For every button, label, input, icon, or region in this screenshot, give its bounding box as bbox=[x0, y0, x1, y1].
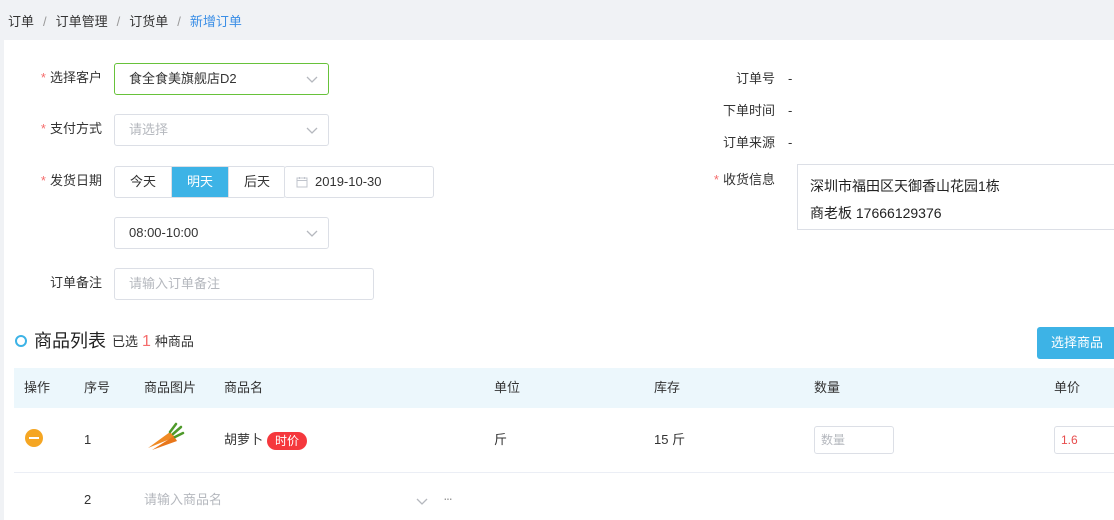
breadcrumb-current: 新增订单 bbox=[189, 14, 242, 29]
customer-value: 食全食美旗舰店D2 bbox=[129, 71, 237, 86]
market-price-tag: 时价 bbox=[267, 431, 308, 450]
breadcrumb-item-orders[interactable]: 订单 bbox=[8, 14, 34, 29]
row-index: 1 bbox=[84, 432, 92, 447]
ship-day-segment: 今天 明天 后天 bbox=[114, 166, 286, 198]
column-header-name: 商品名 bbox=[224, 380, 264, 395]
breadcrumb: 订单 / 订单管理 / 订货单 / 新增订单 bbox=[8, 13, 242, 31]
row-divider bbox=[14, 472, 1114, 473]
payment-placeholder: 请选择 bbox=[129, 122, 169, 137]
customer-select[interactable]: 食全食美旗舰店D2 bbox=[114, 63, 329, 95]
breadcrumb-separator: / bbox=[177, 14, 181, 29]
payment-select[interactable]: 请选择 bbox=[114, 114, 329, 146]
row-stock: 15 斤 bbox=[654, 432, 686, 447]
receiver-address: 深圳市福田区天御香山花园1栋 bbox=[810, 178, 1000, 194]
goods-selected-summary: 已选 1 种商品 bbox=[112, 333, 194, 350]
breadcrumb-separator: / bbox=[116, 14, 121, 29]
order-no-label: 订单号 bbox=[735, 71, 775, 86]
remark-placeholder: 请输入订单备注 bbox=[129, 276, 221, 291]
row-product-name: 胡萝卜 时价 bbox=[224, 430, 308, 450]
new-row-index: 2 bbox=[84, 492, 92, 507]
breadcrumb-item-order-management[interactable]: 订单管理 bbox=[56, 14, 108, 29]
product-name-placeholder: 请输入商品名 bbox=[144, 492, 223, 507]
row-unit: 斤 bbox=[494, 432, 508, 447]
order-source-label: 订单来源 bbox=[722, 135, 775, 150]
calendar-icon bbox=[296, 177, 308, 188]
select-goods-button[interactable]: 选择商品 bbox=[1037, 327, 1114, 359]
chevron-down-icon bbox=[306, 127, 318, 134]
ship-date-value: 2019-10-30 bbox=[315, 174, 382, 189]
remark-input[interactable]: 请输入订单备注 bbox=[114, 268, 374, 300]
order-time-label: 下单时间 bbox=[722, 103, 775, 118]
column-header-image: 商品图片 bbox=[144, 380, 197, 395]
chevron-down-icon bbox=[306, 76, 318, 83]
receiver-label: * 收货信息 bbox=[713, 172, 775, 187]
minus-circle-icon[interactable] bbox=[25, 429, 43, 447]
column-header-action: 操作 bbox=[24, 380, 51, 395]
order-time-value: - bbox=[788, 103, 793, 118]
column-header-price: 单价 bbox=[1054, 380, 1081, 395]
carrot-image bbox=[148, 422, 185, 450]
order-source-value: - bbox=[788, 135, 793, 150]
product-name-input[interactable]: 请输入商品名 bbox=[144, 490, 434, 510]
ship-date-picker[interactable]: 2019-10-30 bbox=[284, 166, 434, 198]
breadcrumb-item-purchase-orders[interactable]: 订货单 bbox=[129, 14, 168, 29]
breadcrumb-separator: / bbox=[43, 14, 47, 29]
ship-date-label: * 发货日期 bbox=[40, 173, 102, 188]
chevron-down-icon bbox=[306, 230, 318, 237]
receiver-contact: 商老板 17666129376 bbox=[810, 205, 942, 221]
order-no-value: - bbox=[788, 71, 793, 86]
quantity-input[interactable]: 数量 bbox=[814, 426, 894, 454]
customer-label: * 选择客户 bbox=[40, 70, 102, 85]
time-slot-select[interactable]: 08:00-10:00 bbox=[114, 217, 329, 249]
receiver-info-box[interactable]: 深圳市福田区天御香山花园1栋 商老板 17666129376 bbox=[797, 164, 1114, 230]
ship-day-tomorrow-button[interactable]: 明天 bbox=[172, 167, 229, 197]
goods-list-title: 商品列表 bbox=[34, 331, 106, 351]
remark-label: 订单备注 bbox=[49, 275, 102, 290]
column-header-stock: 库存 bbox=[654, 380, 681, 395]
ship-day-today-button[interactable]: 今天 bbox=[115, 167, 172, 197]
payment-label: * 支付方式 bbox=[40, 121, 102, 136]
circle-dot-icon bbox=[15, 335, 27, 347]
price-input[interactable]: 1.6 bbox=[1054, 426, 1114, 454]
ellipsis-icon[interactable]: ··· bbox=[443, 488, 453, 508]
column-header-unit: 单位 bbox=[494, 380, 521, 395]
ship-day-after-tomorrow-button[interactable]: 后天 bbox=[229, 167, 285, 197]
chevron-down-icon bbox=[416, 498, 428, 505]
goods-selected-count: 1 bbox=[142, 333, 151, 350]
column-header-index: 序号 bbox=[84, 380, 111, 395]
column-header-quantity: 数量 bbox=[814, 380, 841, 395]
time-slot-value: 08:00-10:00 bbox=[129, 225, 199, 240]
